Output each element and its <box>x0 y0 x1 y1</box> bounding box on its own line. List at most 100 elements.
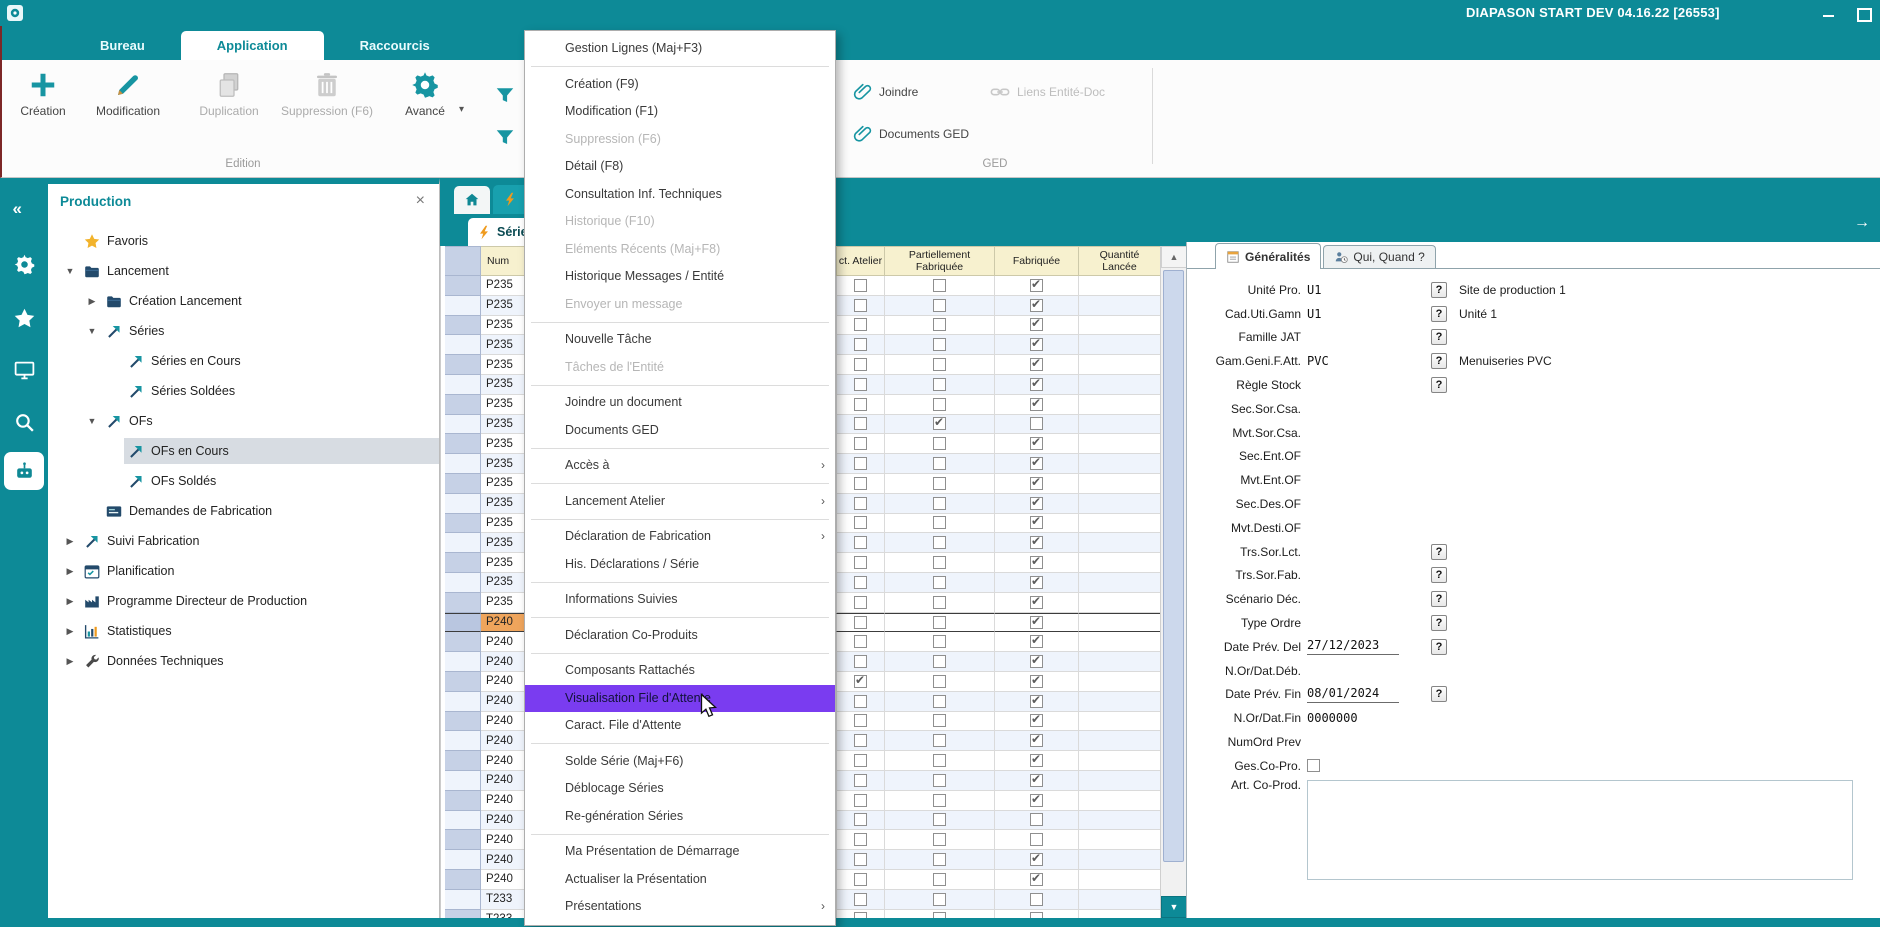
chevron-down-icon[interactable]: ▼ <box>60 266 80 276</box>
cell-quantite-lancee[interactable] <box>1079 434 1161 454</box>
cell-atelier[interactable] <box>837 454 885 474</box>
menu-item-gestion-lignes-maj-f3[interactable]: Gestion Lignes (Maj+F3) <box>525 35 835 63</box>
cell-fabriquee[interactable] <box>995 415 1079 435</box>
checkbox-unchecked[interactable] <box>854 358 867 371</box>
cell-partiellement-fabriquee[interactable] <box>885 514 995 534</box>
cell-partiellement-fabriquee[interactable] <box>885 672 995 692</box>
checkbox-checked[interactable] <box>1030 378 1043 391</box>
checkbox-unchecked[interactable] <box>854 813 867 826</box>
cell-partiellement-fabriquee[interactable] <box>885 276 995 296</box>
cell-atelier[interactable] <box>837 514 885 534</box>
cell-partiellement-fabriquee[interactable] <box>885 910 995 919</box>
help-button[interactable]: ? <box>1431 567 1447 583</box>
row-selector[interactable] <box>445 672 481 692</box>
cell-partiellement-fabriquee[interactable] <box>885 850 995 870</box>
cell-fabriquee[interactable] <box>995 454 1079 474</box>
cell-fabriquee[interactable] <box>995 712 1079 732</box>
field-textarea[interactable] <box>1307 780 1853 880</box>
tree-item-ofs[interactable]: ▼OFs <box>48 406 439 436</box>
checkbox-unchecked[interactable] <box>854 477 867 490</box>
cell-quantite-lancee[interactable] <box>1079 296 1161 316</box>
checkbox-unchecked[interactable] <box>933 299 946 312</box>
cell-quantite-lancee[interactable] <box>1079 613 1161 633</box>
row-selector[interactable] <box>445 474 481 494</box>
checkbox-unchecked[interactable] <box>854 893 867 906</box>
cell-atelier[interactable] <box>837 533 885 553</box>
checkbox-unchecked[interactable] <box>933 695 946 708</box>
column-header[interactable]: Fabriquée <box>995 246 1079 276</box>
tree-item-lancement[interactable]: ▼Lancement <box>48 256 439 286</box>
cell-partiellement-fabriquee[interactable] <box>885 613 995 633</box>
cell-partiellement-fabriquee[interactable] <box>885 692 995 712</box>
menu-item-deblocage-series[interactable]: Déblocage Séries <box>525 775 835 803</box>
ribbon-button-avance[interactable]: Avancé <box>390 70 460 119</box>
checkbox-unchecked[interactable] <box>854 754 867 767</box>
ribbon-tab-raccourcis[interactable]: Raccourcis <box>324 31 466 60</box>
sidebar-item-settings[interactable] <box>0 244 48 284</box>
cell-atelier[interactable] <box>837 276 885 296</box>
checkbox-unchecked[interactable] <box>1307 759 1320 772</box>
checkbox-unchecked[interactable] <box>854 873 867 886</box>
row-selector[interactable] <box>445 830 481 850</box>
row-selector[interactable] <box>445 652 481 672</box>
menu-item-detail-f8[interactable]: Détail (F8) <box>525 153 835 181</box>
checkbox-unchecked[interactable] <box>933 853 946 866</box>
help-button[interactable]: ? <box>1431 615 1447 631</box>
checkbox-unchecked[interactable] <box>933 794 946 807</box>
chevron-right-icon[interactable]: ▶ <box>82 296 102 307</box>
checkbox-unchecked[interactable] <box>933 318 946 331</box>
cell-partiellement-fabriquee[interactable] <box>885 593 995 613</box>
cell-fabriquee[interactable] <box>995 771 1079 791</box>
cell-atelier[interactable] <box>837 712 885 732</box>
menu-item-acces-a[interactable]: Accès à› <box>525 452 835 480</box>
row-selector[interactable] <box>445 771 481 791</box>
ribbon-tab-bureau[interactable]: Bureau <box>64 31 181 60</box>
cell-quantite-lancee[interactable] <box>1079 830 1161 850</box>
cell-partiellement-fabriquee[interactable] <box>885 533 995 553</box>
checkbox-checked[interactable] <box>1030 338 1043 351</box>
cell-fabriquee[interactable] <box>995 573 1079 593</box>
cell-fabriquee[interactable] <box>995 593 1079 613</box>
checkbox-unchecked[interactable] <box>854 853 867 866</box>
cell-atelier[interactable] <box>837 553 885 573</box>
cell-partiellement-fabriquee[interactable] <box>885 890 995 910</box>
cell-partiellement-fabriquee[interactable] <box>885 751 995 771</box>
help-button[interactable]: ? <box>1431 282 1447 298</box>
checkbox-unchecked[interactable] <box>933 576 946 589</box>
row-selector[interactable] <box>445 415 481 435</box>
checkbox-unchecked[interactable] <box>933 477 946 490</box>
cell-quantite-lancee[interactable] <box>1079 850 1161 870</box>
ribbon-button-creation[interactable]: Création <box>8 70 78 119</box>
cell-fabriquee[interactable] <box>995 850 1079 870</box>
cell-quantite-lancee[interactable] <box>1079 751 1161 771</box>
menu-item-actualiser-la-presentation[interactable]: Actualiser la Présentation <box>525 866 835 894</box>
row-selector[interactable] <box>445 375 481 395</box>
menu-item-declaration-co-produits[interactable]: Déclaration Co-Produits <box>525 622 835 650</box>
checkbox-checked[interactable] <box>1030 655 1043 668</box>
cell-atelier[interactable] <box>837 415 885 435</box>
row-selector[interactable] <box>445 890 481 910</box>
cell-fabriquee[interactable] <box>995 692 1079 712</box>
cell-atelier[interactable] <box>837 890 885 910</box>
cell-atelier[interactable] <box>837 434 885 454</box>
help-button[interactable]: ? <box>1431 353 1447 369</box>
row-selector[interactable] <box>445 316 481 336</box>
cell-partiellement-fabriquee[interactable] <box>885 494 995 514</box>
cell-quantite-lancee[interactable] <box>1079 533 1161 553</box>
row-selector[interactable] <box>445 632 481 652</box>
field-value[interactable]: PVC <box>1307 354 1425 368</box>
cell-fabriquee[interactable] <box>995 811 1079 831</box>
cell-atelier[interactable] <box>837 751 885 771</box>
tree-item-ofs-en-cours[interactable]: OFs en Cours <box>48 436 439 466</box>
cell-fabriquee[interactable] <box>995 553 1079 573</box>
cell-partiellement-fabriquee[interactable] <box>885 415 995 435</box>
row-selector[interactable] <box>445 811 481 831</box>
row-selector[interactable] <box>445 712 481 732</box>
menu-item-presentations[interactable]: Présentations› <box>525 893 835 921</box>
row-selector[interactable] <box>445 613 481 633</box>
cell-fabriquee[interactable] <box>995 791 1079 811</box>
column-header[interactable]: Quantité Lancée <box>1079 246 1161 276</box>
cell-partiellement-fabriquee[interactable] <box>885 652 995 672</box>
row-selector[interactable] <box>445 731 481 751</box>
checkbox-checked[interactable] <box>1030 794 1043 807</box>
